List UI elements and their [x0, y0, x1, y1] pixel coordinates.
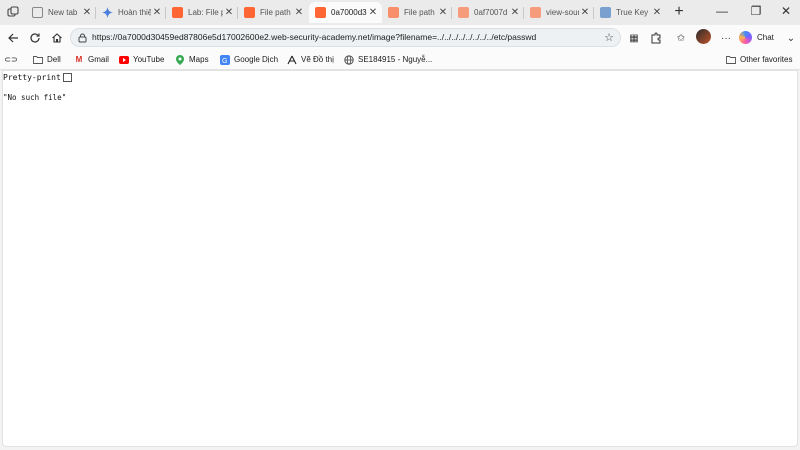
site-info-icon[interactable]	[78, 32, 87, 46]
maps-icon	[175, 54, 185, 65]
tab-active-lab[interactable]: 0a7000d3 ✕	[309, 2, 382, 23]
pretty-print-control[interactable]: Pretty-print	[3, 73, 72, 82]
svg-text:G: G	[222, 58, 227, 65]
bookmark-se184915[interactable]: SE184915 - Nguyễ...	[344, 53, 432, 66]
tab-title: Lab: File pa	[188, 8, 223, 17]
bookmark-label: Google Dịch	[234, 55, 279, 64]
workspaces-icon[interactable]	[4, 3, 22, 21]
portswigger-icon	[530, 7, 541, 18]
document-icon	[458, 7, 469, 18]
bookmark-label: Dell	[47, 55, 61, 64]
chat-button[interactable]: Chat	[739, 29, 774, 46]
close-tab-icon[interactable]: ✕	[151, 7, 163, 18]
page-content: Pretty-print "No such file"	[2, 70, 798, 447]
tab-0af7007d[interactable]: 0af7007d ✕	[452, 2, 524, 23]
bookmark-label: SE184915 - Nguyễ...	[358, 55, 433, 64]
favorites-icon[interactable]: ✩	[673, 30, 689, 46]
bookmarks-bar: ⊂⊃ Dell M Gmail YouTube Maps G Google Dị…	[0, 50, 800, 70]
refresh-icon[interactable]	[26, 29, 44, 47]
tab-file-path-1[interactable]: File path tr ✕	[238, 2, 308, 23]
close-window-icon[interactable]: ✕	[776, 4, 796, 18]
bookmark-youtube[interactable]: YouTube	[119, 53, 164, 66]
tab-view-source[interactable]: view-sour ✕	[524, 2, 594, 23]
back-icon[interactable]	[4, 29, 22, 47]
bookmark-label: Gmail	[88, 55, 109, 64]
tab-title: File path tr	[404, 8, 437, 17]
address-bar[interactable]: https://0a7000d30459ed87806e5d17002600e2…	[70, 28, 621, 47]
close-tab-icon[interactable]: ✕	[651, 7, 663, 18]
close-tab-icon[interactable]: ✕	[509, 7, 521, 18]
close-tab-icon[interactable]: ✕	[81, 7, 93, 18]
bookmark-google-dich[interactable]: G Google Dịch	[220, 53, 278, 66]
close-tab-icon[interactable]: ✕	[579, 7, 591, 18]
close-tab-icon[interactable]: ✕	[293, 7, 305, 18]
bookmark-dell[interactable]: Dell	[33, 53, 61, 66]
tab-title: 0af7007d	[474, 8, 508, 17]
other-favorites-label: Other favorites	[740, 55, 793, 64]
close-tab-icon[interactable]: ✕	[437, 7, 449, 18]
new-tab-button[interactable]: +	[670, 3, 688, 21]
tab-file-path-2[interactable]: File path tr ✕	[382, 2, 452, 23]
tab-title: Hoàn thiệ	[118, 8, 151, 17]
tab-title: File path tr	[260, 8, 293, 17]
bookmark-maps[interactable]: Maps	[175, 53, 209, 66]
gmail-icon: M	[75, 55, 83, 64]
chevron-down-icon[interactable]: ⌄	[783, 30, 799, 46]
tab-lab-file-path[interactable]: Lab: File pa ✕	[166, 2, 238, 23]
response-body: "No such file"	[3, 93, 67, 102]
tab-title: New tab	[48, 8, 78, 17]
close-tab-icon[interactable]: ✕	[223, 7, 235, 18]
gemini-icon	[102, 7, 113, 18]
folder-icon	[33, 55, 43, 65]
collections-icon[interactable]: ⊂⊃	[4, 53, 20, 66]
pretty-print-label: Pretty-print	[3, 73, 61, 82]
portswigger-icon	[172, 7, 183, 18]
tab-title: view-sour	[546, 8, 579, 17]
newtab-icon	[32, 7, 43, 18]
chat-label: Chat	[757, 33, 774, 42]
qr-code-icon[interactable]: ▦	[626, 30, 642, 46]
portswigger-icon	[315, 7, 326, 18]
bookmark-label: YouTube	[133, 55, 165, 64]
bookmark-label: Maps	[189, 55, 209, 64]
translate-icon: G	[220, 54, 230, 65]
close-tab-icon[interactable]: ✕	[367, 7, 379, 18]
tab-strip: New tab ✕ Hoàn thiệ ✕ Lab: File pa ✕ Fil…	[0, 0, 800, 25]
other-favorites[interactable]: Other favorites	[726, 53, 792, 66]
copilot-icon	[739, 31, 752, 44]
url-text[interactable]: https://0a7000d30459ed87806e5d17002600e2…	[92, 32, 536, 42]
more-menu-icon[interactable]: ···	[718, 30, 734, 46]
portswigger-icon	[244, 7, 255, 18]
home-icon[interactable]	[48, 29, 66, 47]
youtube-icon	[119, 55, 129, 65]
truekey-icon	[600, 7, 611, 18]
globe-icon	[344, 54, 354, 65]
tab-hoan-thien[interactable]: Hoàn thiệ ✕	[96, 2, 166, 23]
tab-title: True Key	[616, 8, 649, 17]
bookmark-label: Vẽ Đồ thị	[301, 55, 334, 64]
bookmark-ve-do-thi[interactable]: Vẽ Đồ thị	[287, 53, 334, 66]
avatar[interactable]	[696, 29, 711, 44]
bookmark-gmail[interactable]: M Gmail	[74, 53, 109, 66]
favorite-star-icon[interactable]: ☆	[604, 31, 614, 44]
extensions-icon[interactable]	[648, 30, 664, 46]
graph-icon	[287, 55, 297, 65]
restore-icon[interactable]: ❐	[746, 4, 766, 18]
tab-title: 0a7000d3	[331, 8, 367, 17]
folder-icon	[726, 55, 736, 65]
minimize-icon[interactable]: —	[712, 4, 732, 18]
pretty-print-checkbox[interactable]	[62, 73, 72, 82]
browser-toolbar: https://0a7000d30459ed87806e5d17002600e2…	[0, 25, 800, 50]
portswigger-icon	[388, 7, 399, 18]
tab-true-key[interactable]: True Key ✕	[594, 2, 666, 23]
tab-new-tab[interactable]: New tab ✕	[26, 2, 96, 23]
